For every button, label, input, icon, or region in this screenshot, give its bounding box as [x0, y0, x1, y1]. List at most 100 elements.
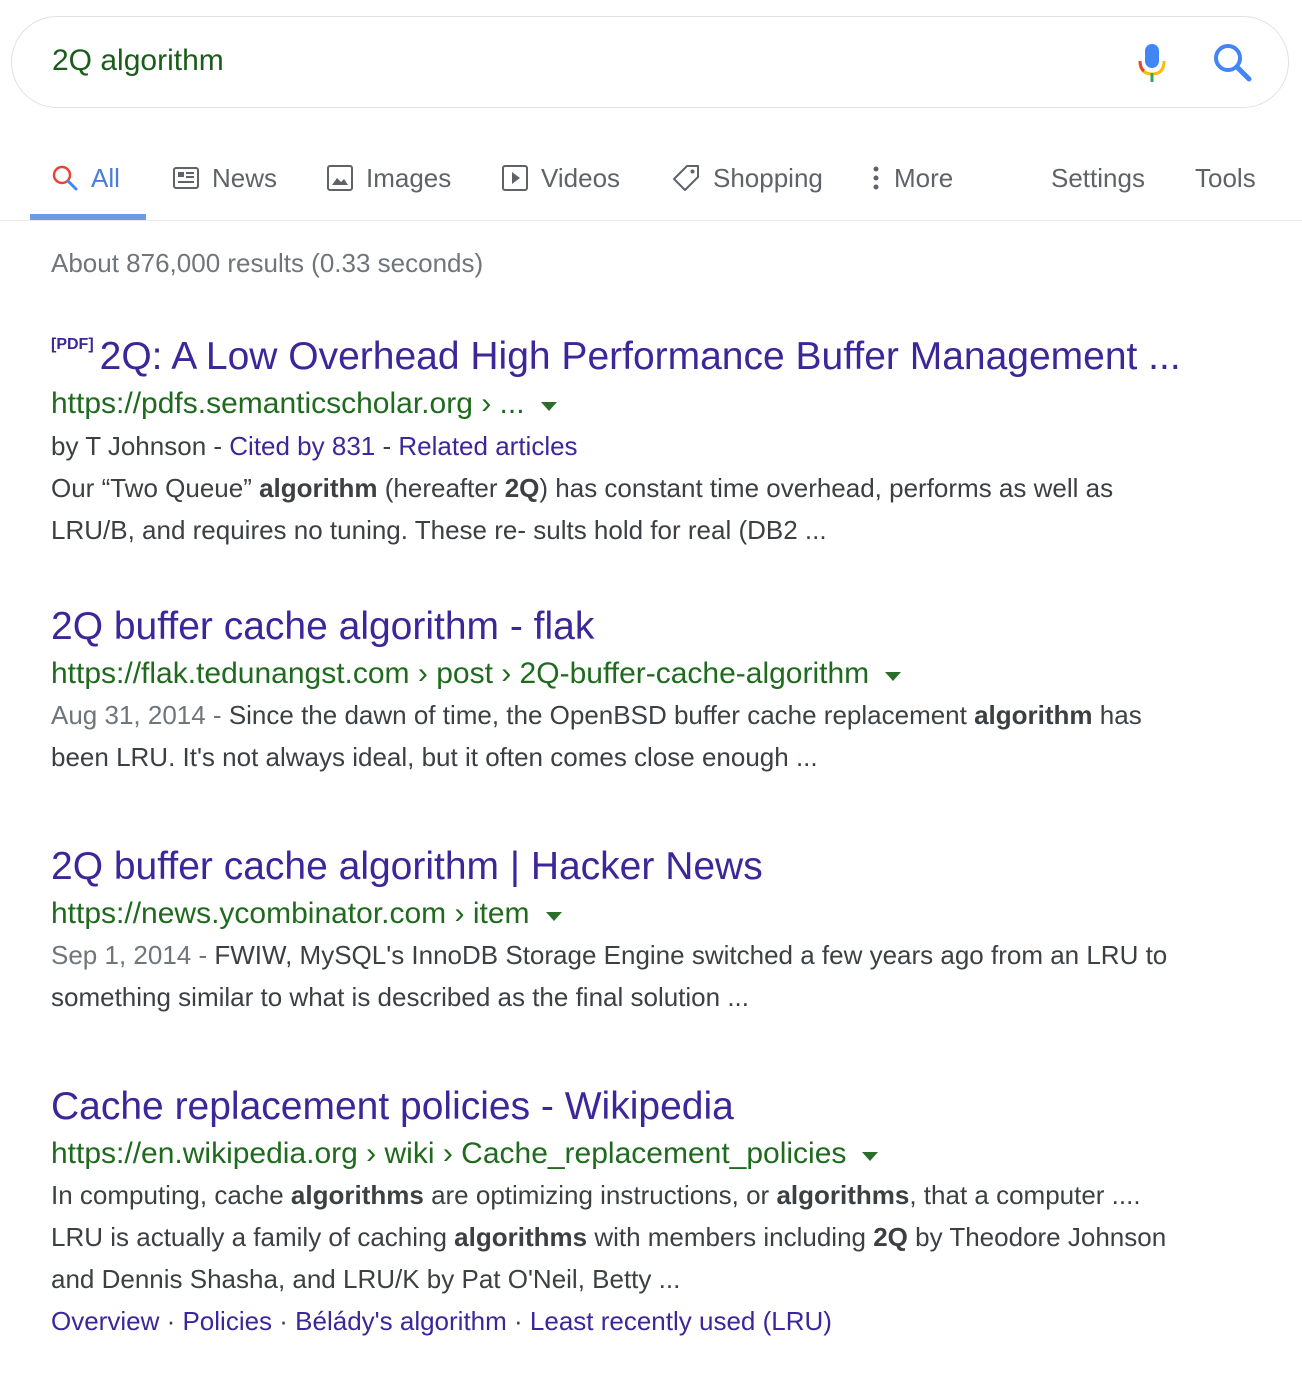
snippet-highlight: 2Q — [504, 473, 540, 503]
result-url[interactable]: https://news.ycombinator.com › item — [51, 894, 1271, 934]
result-title-link[interactable]: Cache replacement policies - Wikipedia — [51, 1083, 1271, 1131]
snippet-text: Since the dawn of time, the OpenBSD buff… — [228, 700, 975, 730]
snippet-highlight: algorithms — [290, 1180, 424, 1210]
snippet-highlight: 2Q — [873, 1222, 908, 1252]
result-snippet: Aug 31, 2014 - Since the dawn of time, t… — [51, 694, 1271, 778]
snippet-text: and Dennis Shasha, and LRU/K by Pat O'Ne… — [51, 1264, 681, 1294]
snippet-text: , that a computer .... — [909, 1180, 1141, 1210]
snippet-text: been LRU. It's not always ideal, but it … — [51, 742, 818, 772]
snippet-text: In computing, cache — [51, 1180, 291, 1210]
search-tabs: All News Images Videos Shopping More Set… — [0, 150, 1302, 220]
result-url-text: https://en.wikipedia.org › wiki › Cache_… — [51, 1137, 847, 1170]
result-url[interactable]: https://en.wikipedia.org › wiki › Cache_… — [51, 1134, 1271, 1174]
tabs-divider — [0, 220, 1302, 221]
result-date: Sep 1, 2014 - — [51, 940, 215, 970]
result-url[interactable]: https://pdfs.semanticscholar.org › ... — [51, 384, 1271, 424]
search-input[interactable]: 2Q algorithm — [52, 41, 224, 81]
snippet-line: and Dennis Shasha, and LRU/K by Pat O'Ne… — [51, 1258, 1271, 1300]
tab-images[interactable]: Images — [326, 158, 451, 198]
snippet-text: LRU is actually a family of caching — [51, 1222, 455, 1252]
snippet-text: LRU/B, and requires no tuning. These re-… — [51, 515, 827, 545]
snippet-highlight: algorithm — [974, 700, 1093, 730]
tab-settings[interactable]: Settings — [1051, 158, 1145, 198]
snippet-highlight: algorithm — [259, 473, 378, 503]
tab-label: News — [212, 162, 278, 193]
result-snippet: Sep 1, 2014 - FWIW, MySQL's InnoDB Stora… — [51, 934, 1271, 1018]
related-articles-link[interactable]: Related articles — [398, 431, 577, 461]
news-icon — [173, 167, 199, 189]
caret-down-icon[interactable] — [862, 1151, 879, 1161]
search-result: 2Q buffer cache algorithm | Hacker News … — [51, 843, 1271, 1018]
result-title-link[interactable]: 2Q buffer cache algorithm | Hacker News — [51, 843, 1271, 891]
snippet-line: Aug 31, 2014 - Since the dawn of time, t… — [51, 694, 1271, 736]
tab-label: Shopping — [713, 162, 823, 193]
snippet-text: has — [1092, 700, 1142, 730]
result-url-text: https://flak.tedunangst.com › post › 2Q-… — [51, 657, 870, 690]
cited-by-link[interactable]: Cited by 831 — [229, 431, 375, 461]
image-icon — [327, 165, 353, 191]
tab-label: More — [894, 162, 954, 193]
sitelink-separator: · — [159, 1306, 183, 1336]
tab-more[interactable]: More — [870, 158, 953, 198]
result-title-link[interactable]: 2Q buffer cache algorithm - flak — [51, 603, 1271, 651]
snippet-line: been LRU. It's not always ideal, but it … — [51, 736, 1271, 778]
sitelink[interactable]: Bélády's algorithm — [295, 1306, 507, 1336]
sitelink[interactable]: Least recently used (LRU) — [530, 1306, 832, 1336]
sitelink-separator: · — [272, 1306, 296, 1336]
snippet-text: FWIW, MySQL's InnoDB Storage Engine swit… — [214, 940, 1168, 970]
result-snippet: In computing, cache algorithms are optim… — [51, 1174, 1271, 1300]
tab-tools[interactable]: Tools — [1195, 158, 1256, 198]
tab-label: Images — [366, 162, 452, 193]
snippet-line: Sep 1, 2014 - FWIW, MySQL's InnoDB Stora… — [51, 934, 1271, 976]
tab-videos[interactable]: Videos — [501, 158, 620, 198]
more-vert-icon — [873, 166, 879, 190]
result-url[interactable]: https://flak.tedunangst.com › post › 2Q-… — [51, 654, 1271, 694]
tab-label: Settings — [1051, 162, 1145, 193]
snippet-text: ) has constant time overhead, performs a… — [539, 473, 1114, 503]
snippet-line: Our “Two Queue” algorithm (hereafter 2Q)… — [51, 467, 1271, 509]
snippet-text: (hereafter — [377, 473, 505, 503]
snippet-line: LRU is actually a family of caching algo… — [51, 1216, 1271, 1258]
result-url-text: https://pdfs.semanticscholar.org › ... — [51, 387, 525, 420]
pdf-badge: [PDF] — [51, 336, 94, 353]
sitelink-separator: · — [506, 1306, 530, 1336]
result-title-link[interactable]: [PDF] 2Q: A Low Overhead High Performance… — [51, 321, 1271, 381]
result-snippet: Our “Two Queue” algorithm (hereafter 2Q)… — [51, 467, 1271, 551]
search-icon[interactable] — [1211, 41, 1253, 83]
result-stats: About 876,000 results (0.33 seconds) — [51, 248, 484, 278]
snippet-line: In computing, cache algorithms are optim… — [51, 1174, 1271, 1216]
snippet-text: something similar to what is described a… — [51, 982, 750, 1012]
snippet-line: something similar to what is described a… — [51, 976, 1271, 1018]
video-icon — [502, 165, 528, 191]
snippet-highlight: algorithms — [776, 1180, 910, 1210]
snippet-highlight: algorithms — [454, 1222, 588, 1252]
tab-label: All — [91, 162, 120, 193]
result-title: 2Q: A Low Overhead High Performance Buff… — [99, 335, 1181, 378]
caret-down-icon[interactable] — [885, 671, 902, 681]
snippet-text: are optimizing instructions, or — [423, 1180, 777, 1210]
tab-label: Tools — [1195, 162, 1256, 193]
tab-label: Videos — [541, 162, 621, 193]
sitelink[interactable]: Policies — [182, 1306, 272, 1336]
snippet-text: with members including — [587, 1222, 874, 1252]
search-result: 2Q buffer cache algorithm - flak https:/… — [51, 603, 1271, 778]
caret-down-icon[interactable] — [545, 911, 562, 921]
microphone-icon[interactable] — [1136, 42, 1168, 84]
snippet-text: by Theodore Johnson — [907, 1222, 1167, 1252]
snippet-text: Our “Two Queue” — [51, 473, 260, 503]
result-author: by T Johnson - — [51, 431, 230, 461]
result-date: Aug 31, 2014 - — [51, 700, 229, 730]
caret-down-icon[interactable] — [540, 401, 557, 411]
tag-icon — [673, 165, 699, 191]
sitelink[interactable]: Overview — [51, 1306, 159, 1336]
tab-news[interactable]: News — [172, 158, 277, 198]
snippet-line: LRU/B, and requires no tuning. These re-… — [51, 509, 1271, 551]
tab-shopping[interactable]: Shopping — [671, 158, 823, 198]
search-result: [PDF] 2Q: A Low Overhead High Performance… — [51, 321, 1271, 551]
meta-separator: - — [375, 431, 399, 461]
tab-all[interactable]: All — [51, 158, 120, 198]
sitelinks: Overview · Policies · Bélády's algorithm… — [51, 1300, 1271, 1342]
search-icon — [52, 165, 78, 191]
search-box[interactable]: 2Q algorithm — [11, 16, 1289, 108]
search-result: Cache replacement policies - Wikipedia h… — [51, 1083, 1271, 1342]
